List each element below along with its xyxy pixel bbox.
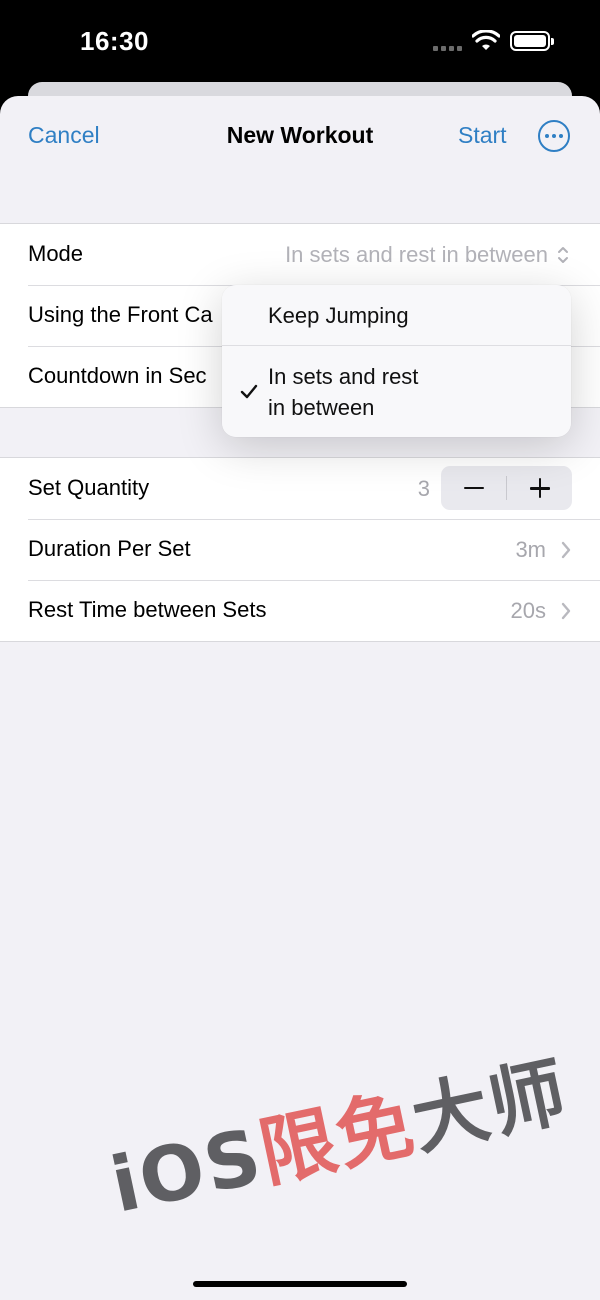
mode-row[interactable]: Mode In sets and rest in between [0,224,600,285]
increment-button[interactable] [507,466,572,510]
battery-icon [510,31,554,51]
watermark: iOS限免大师 [103,1046,576,1230]
page-title: New Workout [226,122,374,148]
status-time: 16:30 [80,26,149,56]
navigation-bar: Cancel New Workout Start [0,96,600,206]
home-indicator [193,1281,407,1287]
rest-time-row[interactable]: Rest Time between Sets 20s [0,580,600,641]
menu-item-label: In sets and rest in between [268,364,419,420]
duration-row[interactable]: Duration Per Set 3m [0,519,600,580]
mode-value[interactable]: In sets and rest in between [285,242,548,268]
chevron-right-icon [561,602,571,620]
status-bar: 16:30 [0,0,600,82]
set-quantity-value: 3 [417,476,430,501]
menu-item-in-sets[interactable]: In sets and rest in between [222,346,571,437]
more-options-button[interactable] [538,120,570,152]
menu-item-keep-jumping[interactable]: Keep Jumping [222,285,571,346]
set-quantity-label: Set Quantity [28,475,150,500]
set-quantity-row: Set Quantity 3 [0,458,600,519]
plus-icon [529,478,550,498]
new-workout-sheet: Cancel New Workout Start Mode In sets an… [0,96,600,1300]
ellipsis-circle-icon [545,134,549,138]
chevron-up-down-icon [558,247,568,263]
decrement-button[interactable] [441,466,506,510]
duration-value: 3m [515,537,546,562]
front-camera-label: Using the Front Ca [28,302,213,327]
sets-group: Set Quantity 3 Duration Per Set 3m Rest … [0,457,600,642]
start-button[interactable]: Start [458,122,507,149]
menu-item-label: Keep Jumping [268,303,409,328]
duration-label: Duration Per Set [28,536,191,561]
checkmark-icon [240,384,258,399]
wifi-icon [472,30,500,50]
cellular-signal-icon [433,31,462,51]
quantity-stepper [441,466,572,510]
rest-time-label: Rest Time between Sets [28,597,267,622]
status-icons [433,30,554,52]
countdown-label: Countdown in Sec [28,363,207,388]
rest-time-value: 20s [510,598,546,623]
chevron-right-icon [561,541,571,559]
minus-icon [463,486,484,490]
mode-popup-menu: Keep Jumping In sets and rest in between [222,285,571,437]
mode-label: Mode [28,241,84,266]
